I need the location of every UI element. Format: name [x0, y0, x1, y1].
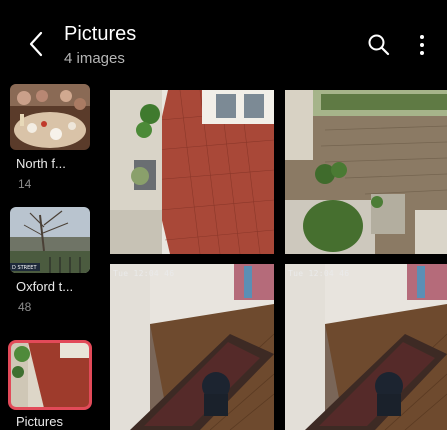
album-thumbnail — [8, 340, 92, 410]
album-thumbnail — [10, 84, 90, 150]
album-name: Pictures — [16, 414, 63, 429]
album-name: Oxford t... — [16, 279, 74, 294]
app-header: Pictures 4 images — [0, 0, 447, 84]
photo-thumbnail[interactable] — [285, 90, 447, 254]
album-oxford[interactable]: D STREET Oxford t... 48 — [10, 207, 90, 314]
search-button[interactable] — [366, 32, 392, 58]
album-name: North f... — [16, 156, 66, 171]
album-count: 48 — [18, 300, 32, 314]
chevron-left-icon — [29, 31, 43, 57]
back-button[interactable] — [22, 28, 50, 60]
photo-thumbnail[interactable]: Tue 12:04 46 — [110, 264, 274, 430]
svg-text:Tue 12:04 46: Tue 12:04 46 — [113, 269, 174, 278]
more-options-button[interactable] — [412, 32, 432, 58]
more-vertical-icon — [420, 35, 424, 55]
svg-text:Tue 12:04 46: Tue 12:04 46 — [288, 269, 349, 278]
photo-grid: Tue 12:04 46 Tue 12:04 46 — [110, 84, 447, 430]
search-icon — [368, 34, 390, 56]
album-count: 14 — [18, 177, 32, 191]
page-title: Pictures — [64, 23, 137, 45]
image-count: 4 images — [64, 50, 125, 67]
album-sidebar: North f... 14 D STREET Oxford t... 48 Pi… — [0, 84, 104, 430]
album-pictures[interactable]: Pictures — [8, 340, 92, 429]
album-north[interactable]: North f... 14 — [10, 84, 90, 191]
photo-thumbnail[interactable]: Tue 12:04 46 — [285, 264, 447, 430]
svg-text:D STREET: D STREET — [12, 265, 37, 271]
album-thumbnail: D STREET — [10, 207, 90, 273]
photo-thumbnail[interactable] — [110, 90, 274, 254]
